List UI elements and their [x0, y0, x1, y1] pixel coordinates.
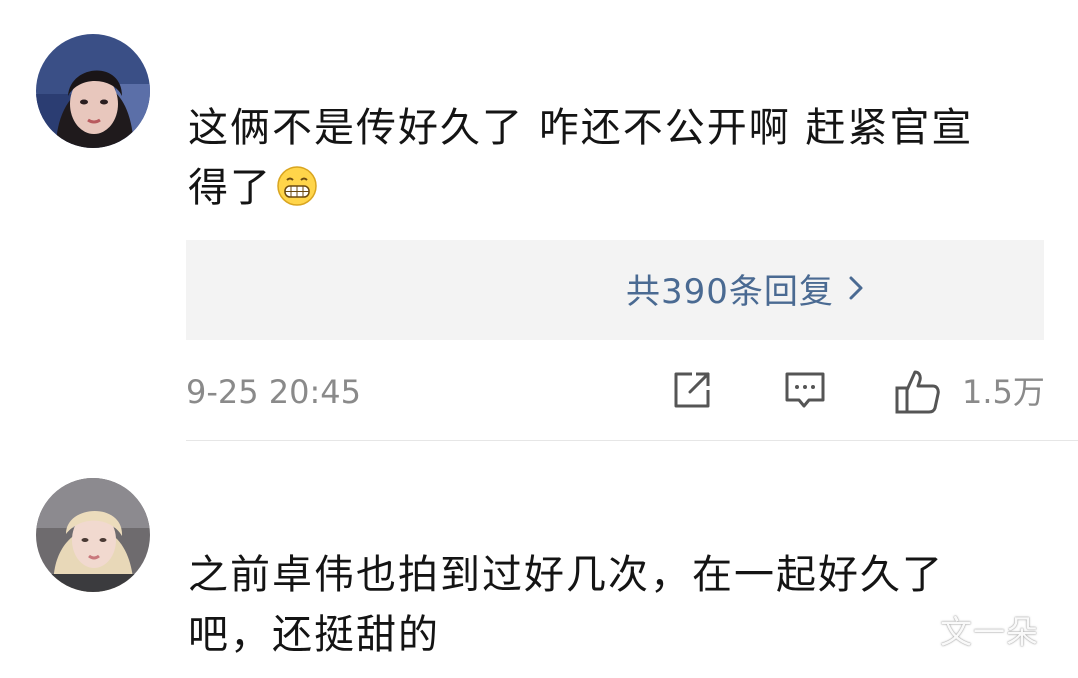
- replies-label: 共390条回复: [626, 272, 834, 312]
- avatar[interactable]: [36, 478, 150, 592]
- avatar-image: [36, 478, 150, 592]
- view-replies-link[interactable]: 共390条回复: [626, 266, 864, 316]
- replies-box[interactable]: 共390条回复: [186, 240, 1044, 340]
- comment-icon[interactable]: [783, 368, 827, 416]
- like-count: 1.5万: [962, 373, 1045, 411]
- comment-text: 这俩不是传好久了 咋还不公开啊 赶紧官宣 得了: [188, 98, 1038, 224]
- chevron-right-icon: [848, 266, 864, 314]
- comment-line: 得了: [188, 158, 1038, 224]
- comment-line: 这俩不是传好久了 咋还不公开啊 赶紧官宣: [188, 105, 974, 151]
- comment-timestamp: 9-25 20:45: [186, 373, 362, 411]
- thumbs-up-icon[interactable]: [893, 366, 943, 420]
- comment-feed: 这俩不是传好久了 咋还不公开啊 赶紧官宣 得了 共390条回复 9-25 20:…: [0, 0, 1078, 678]
- divider: [186, 440, 1078, 441]
- comment-line-text: 得了: [188, 165, 272, 211]
- share-icon[interactable]: [670, 368, 714, 416]
- comment-line: 之前卓伟也拍到过好几次，在一起好久了: [188, 552, 944, 598]
- grinning-emoji-icon: [276, 164, 318, 224]
- avatar-image: [36, 34, 150, 148]
- comment-text: 之前卓伟也拍到过好几次，在一起好久了 吧，还挺甜的: [188, 545, 1038, 665]
- watermark: 文一朵: [940, 613, 1040, 651]
- comment-line: 吧，还挺甜的: [188, 612, 440, 658]
- avatar[interactable]: [36, 34, 150, 148]
